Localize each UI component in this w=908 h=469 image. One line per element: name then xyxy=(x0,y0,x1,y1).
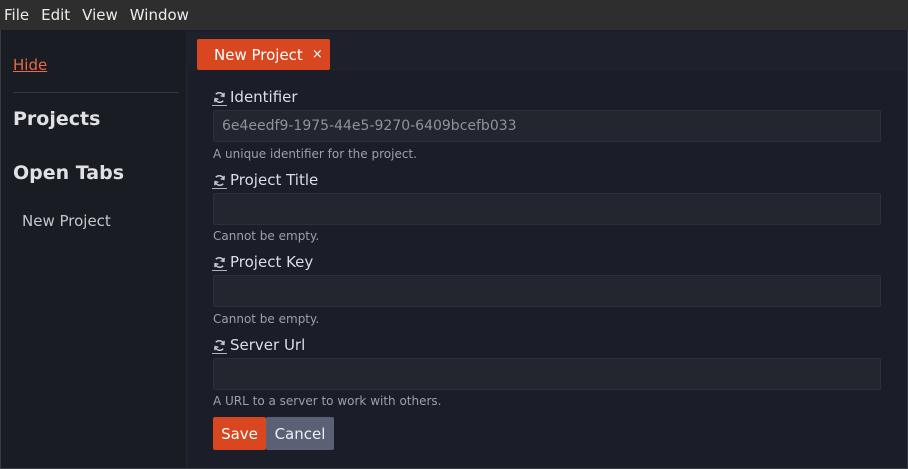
menu-edit[interactable]: Edit xyxy=(41,0,70,30)
refresh-icon[interactable] xyxy=(212,337,227,354)
sidebar-item-new-project[interactable]: New Project xyxy=(22,212,111,230)
server-url-input[interactable] xyxy=(213,358,881,390)
project-key-label: Project Key xyxy=(212,253,313,271)
project-title-input[interactable] xyxy=(213,193,881,225)
menu-file[interactable]: File xyxy=(4,0,29,30)
hide-sidebar-link[interactable]: Hide xyxy=(13,56,47,74)
projects-heading[interactable]: Projects xyxy=(13,108,100,130)
project-title-label-text: Project Title xyxy=(230,171,319,189)
project-key-help: Cannot be empty. xyxy=(213,312,320,326)
sidebar-divider xyxy=(13,92,179,93)
server-url-help: A URL to a server to work with others. xyxy=(213,394,442,408)
menu-view[interactable]: View xyxy=(82,0,118,30)
server-url-label-text: Server Url xyxy=(230,336,306,354)
tab-bar: New Project × xyxy=(188,31,906,71)
save-button[interactable]: Save xyxy=(213,417,266,450)
tab-label: New Project xyxy=(214,45,303,64)
identifier-label-text: Identifier xyxy=(230,88,298,106)
project-key-input[interactable] xyxy=(213,275,881,307)
identifier-input[interactable]: 6e4eedf9-1975-44e5-9270-6409bcefb033 xyxy=(213,110,881,142)
project-title-help: Cannot be empty. xyxy=(213,229,320,243)
server-url-label: Server Url xyxy=(212,336,305,354)
identifier-help: A unique identifier for the project. xyxy=(213,147,417,161)
menu-bar: File Edit View Window xyxy=(0,0,908,30)
refresh-icon[interactable] xyxy=(212,254,227,271)
menu-window[interactable]: Window xyxy=(130,0,189,30)
sidebar: Hide Projects Open Tabs New Project xyxy=(1,30,187,468)
open-tabs-heading: Open Tabs xyxy=(13,162,125,184)
project-key-label-text: Project Key xyxy=(230,253,314,271)
refresh-icon[interactable] xyxy=(212,172,227,189)
refresh-icon[interactable] xyxy=(212,89,227,106)
identifier-label: Identifier xyxy=(212,88,298,106)
project-title-label: Project Title xyxy=(212,171,318,189)
close-icon[interactable]: × xyxy=(312,47,323,62)
cancel-button[interactable]: Cancel xyxy=(266,417,334,450)
tab-new-project[interactable]: New Project × xyxy=(197,39,330,70)
project-form: Identifier 6e4eedf9-1975-44e5-9270-6409b… xyxy=(188,71,906,468)
